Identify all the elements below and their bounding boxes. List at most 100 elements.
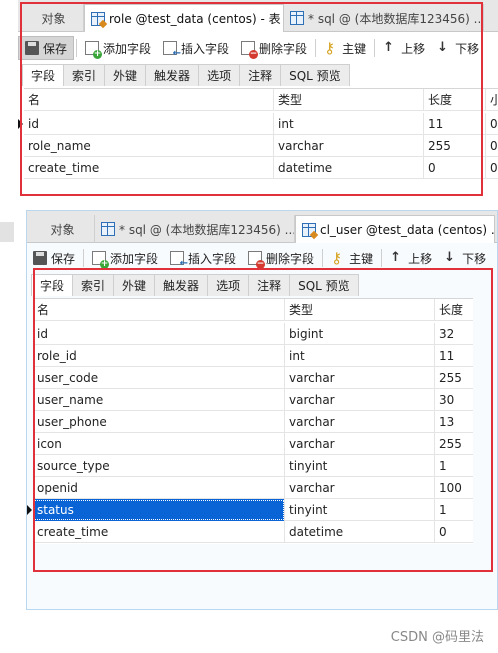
table-row[interactable]: role_id int 11 — [33, 345, 473, 367]
field-type-cell[interactable]: datetime — [274, 157, 424, 179]
subtab-indexes[interactable]: 索引 — [72, 274, 115, 296]
column-header-decimals[interactable]: 小 — [486, 89, 498, 111]
field-length-cell[interactable]: 255 — [435, 367, 473, 389]
move-up-button[interactable]: ↑ 上移 — [377, 36, 431, 60]
tab-sql-query[interactable]: * sql @ (本地数据库123456) ... — [284, 4, 484, 32]
subtab-foreign-keys[interactable]: 外键 — [113, 274, 156, 296]
field-name-cell[interactable]: source_type — [33, 455, 285, 477]
field-length-cell[interactable]: 1 — [435, 499, 473, 521]
column-header-type[interactable]: 类型 — [274, 89, 424, 111]
table-row[interactable]: user_code varchar 255 — [33, 367, 473, 389]
field-type-cell[interactable]: varchar — [274, 135, 424, 157]
field-length-cell[interactable]: 11 — [435, 345, 473, 367]
field-decimals-cell[interactable]: 0 — [486, 113, 498, 135]
subtab-sql-preview[interactable]: SQL 预览 — [280, 64, 350, 86]
field-length-cell[interactable]: 255 — [424, 135, 486, 157]
field-type-cell[interactable]: int — [274, 113, 424, 135]
field-name-cell[interactable]: openid — [33, 477, 285, 499]
field-type-cell[interactable]: varchar — [285, 367, 435, 389]
field-type-cell[interactable]: datetime — [285, 521, 435, 543]
add-field-button[interactable]: 添加字段 — [79, 36, 157, 60]
table-row[interactable]: role_name varchar 255 0 — [24, 135, 498, 157]
field-type-cell[interactable]: varchar — [285, 477, 435, 499]
column-header-name[interactable]: 名 — [33, 299, 285, 321]
column-header-type[interactable]: 类型 — [285, 299, 435, 321]
field-type-cell[interactable]: tinyint — [285, 499, 435, 521]
field-length-cell[interactable]: 0 — [435, 521, 473, 543]
table-row[interactable]: source_type tinyint 1 — [33, 455, 473, 477]
table-row[interactable]: create_time datetime 0 0 — [24, 157, 498, 179]
field-name-cell[interactable]: user_code — [33, 367, 285, 389]
tab-objects[interactable]: 对象 — [24, 4, 84, 32]
field-decimals-cell[interactable]: 0 — [486, 157, 498, 179]
table-row[interactable]: create_time datetime 0 — [33, 521, 473, 543]
field-length-cell[interactable]: 255 — [435, 433, 473, 455]
field-name-cell[interactable]: status — [33, 499, 285, 521]
tab-role-table[interactable]: role @test_data (centos) - 表 — [84, 4, 284, 32]
table-row[interactable]: user_name varchar 30 — [33, 389, 473, 411]
column-header-name[interactable]: 名 — [24, 89, 274, 111]
field-name-cell[interactable]: id — [24, 113, 274, 135]
subtab-options[interactable]: 选项 — [207, 274, 250, 296]
subtab-foreign-keys[interactable]: 外键 — [104, 64, 147, 86]
subtab-comment[interactable]: 注释 — [248, 274, 291, 296]
field-decimals-cell[interactable]: 0 — [486, 135, 498, 157]
subtab-options[interactable]: 选项 — [198, 64, 241, 86]
field-name-cell[interactable]: icon — [33, 433, 285, 455]
subtab-triggers[interactable]: 触发器 — [145, 64, 200, 86]
subtab-fields[interactable]: 字段 — [31, 274, 74, 296]
field-length-cell[interactable]: 30 — [435, 389, 473, 411]
field-name-cell[interactable]: create_time — [24, 157, 274, 179]
subtab-sql-preview[interactable]: SQL 预览 — [289, 274, 359, 296]
field-length-cell[interactable]: 11 — [424, 113, 486, 135]
field-type-cell[interactable]: tinyint — [285, 455, 435, 477]
field-name-cell[interactable]: user_phone — [33, 411, 285, 433]
tab-sql-query[interactable]: * sql @ (本地数据库123456) ... — [95, 215, 295, 243]
save-button[interactable]: 保存 — [18, 36, 75, 60]
field-name-cell[interactable]: role_name — [24, 135, 274, 157]
field-length-cell[interactable]: 13 — [435, 411, 473, 433]
table-row[interactable]: icon varchar 255 — [33, 433, 473, 455]
field-name-cell[interactable]: role_id — [33, 345, 285, 367]
move-down-button[interactable]: ↓ 下移 — [431, 36, 485, 60]
field-length-cell[interactable]: 1 — [435, 455, 473, 477]
primary-key-button[interactable]: ⚷ 主键 — [325, 246, 379, 270]
subtab-triggers[interactable]: 触发器 — [154, 274, 209, 296]
column-header-length[interactable]: 长度 — [424, 89, 486, 111]
field-type-cell[interactable]: varchar — [285, 411, 435, 433]
insert-field-label: 插入字段 — [188, 251, 237, 266]
delete-field-button[interactable]: 删除字段 — [235, 36, 313, 60]
table-row[interactable]: id int 11 0 — [18, 113, 498, 135]
insert-field-button[interactable]: 插入字段 — [157, 36, 235, 60]
add-field-button[interactable]: 添加字段 — [86, 246, 164, 270]
field-type-cell[interactable]: varchar — [285, 389, 435, 411]
field-type-cell[interactable]: bigint — [285, 323, 435, 345]
subtab-fields[interactable]: 字段 — [22, 64, 65, 86]
fields-grid: 名 类型 长度 id bigint 32 role_id int 11 user_code v… — [27, 298, 473, 544]
field-length-cell[interactable]: 0 — [424, 157, 486, 179]
table-row[interactable]: id bigint 32 — [33, 323, 473, 345]
insert-field-button[interactable]: 插入字段 — [164, 246, 242, 270]
column-header-length[interactable]: 长度 — [435, 299, 473, 321]
field-length-cell[interactable]: 100 — [435, 477, 473, 499]
table-row[interactable]: user_phone varchar 13 — [33, 411, 473, 433]
save-button[interactable]: 保存 — [27, 246, 81, 270]
move-up-button[interactable]: ↑ 上移 — [384, 246, 438, 270]
field-name-cell[interactable]: create_time — [33, 521, 285, 543]
table-row[interactable]: openid varchar 100 — [33, 477, 473, 499]
delete-field-button[interactable]: 删除字段 — [242, 246, 320, 270]
field-length-cell[interactable]: 32 — [435, 323, 473, 345]
move-down-label: 下移 — [455, 41, 480, 56]
table-row[interactable]: status tinyint 1 — [27, 499, 473, 521]
tab-cl-user-table[interactable]: cl_user @test_data (centos) ... — [295, 215, 495, 243]
primary-key-button[interactable]: ⚷ 主键 — [318, 36, 372, 60]
field-name-cell[interactable]: id — [33, 323, 285, 345]
subtab-comment[interactable]: 注释 — [239, 64, 282, 86]
tab-label: role @test_data (centos) - 表 — [109, 12, 281, 26]
field-type-cell[interactable]: int — [285, 345, 435, 367]
tab-objects[interactable]: 对象 — [31, 215, 95, 243]
subtab-indexes[interactable]: 索引 — [63, 64, 106, 86]
move-down-button[interactable]: ↓ 下移 — [438, 246, 492, 270]
field-type-cell[interactable]: varchar — [285, 433, 435, 455]
field-name-cell[interactable]: user_name — [33, 389, 285, 411]
